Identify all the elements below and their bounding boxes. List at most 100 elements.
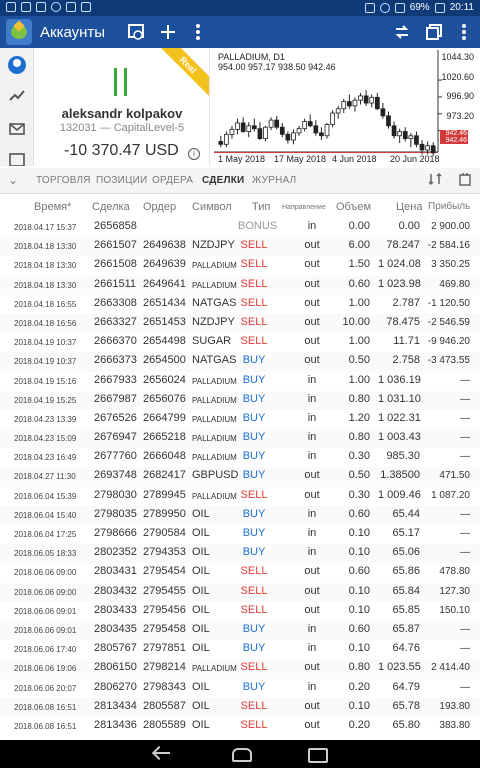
- new-order-icon[interactable]: [126, 22, 146, 42]
- candle-body: [296, 128, 302, 134]
- mail-icon[interactable]: [8, 120, 26, 138]
- table-row[interactable]: 2018.04.19 10:37 2666373 2654500 NATGAS BUY o…: [0, 352, 480, 372]
- info-icon[interactable]: i: [188, 148, 200, 160]
- time-cell: 2018.06.06 20:07: [14, 683, 77, 693]
- table-row[interactable]: 2018.04.19 10:37 2666370 2654498 SUGAR SELL o…: [0, 333, 480, 352]
- more-vertical-icon[interactable]: [454, 22, 474, 42]
- table-row[interactable]: 2018.06.08 16:51 2813436 2805589 OIL SELL out…: [0, 717, 480, 736]
- time-cell: 2018.04.17 15:37: [14, 223, 77, 232]
- time-cell: 2018.04.23 16:49: [14, 453, 77, 463]
- transfer-icon[interactable]: [392, 22, 412, 42]
- table-row[interactable]: 2018.04.18 13:30 2661511 2649641 PALLADIUM S…: [0, 275, 480, 295]
- volume-cell: 1.00: [348, 335, 370, 348]
- time-cell: 2018.06.04 15:40: [14, 510, 77, 520]
- accounts-icon[interactable]: [8, 56, 26, 74]
- table-row[interactable]: 2018.06.06 09:00 2803432 2795455 OIL SELL out…: [0, 582, 480, 602]
- volume-cell: 0.30: [348, 450, 370, 463]
- candle-body: [419, 143, 425, 151]
- table-row[interactable]: 2018.06.06 19:06 2806150 2798214 PALLADIUM S…: [0, 659, 480, 679]
- column-header-type[interactable]: Тип: [252, 201, 270, 213]
- table-row[interactable]: 2018.04.23 15:09 2676947 2665218 PALLADIUM B…: [0, 429, 480, 449]
- account-server: 132031 — CapitalLevel-5: [59, 122, 185, 134]
- report-icon[interactable]: [458, 172, 472, 189]
- table-row[interactable]: 2018.04.19 15:25 2667987 2656076 PALLADIUM B…: [0, 390, 480, 410]
- price-chart[interactable]: PALLADIUM, D1 954.00 957.17 938.50 942.4…: [214, 50, 476, 166]
- table-row[interactable]: 2018.04.18 13:30 2661508 2649639 PALLADIUM S…: [0, 256, 480, 275]
- table-row[interactable]: 2018.04.18 13:30 2661507 2649638 NZDJPY SELL…: [0, 237, 480, 257]
- candle-body: [251, 125, 257, 130]
- add-icon[interactable]: [158, 22, 178, 42]
- candle-body: [369, 96, 375, 104]
- type-cell: BUY: [242, 622, 266, 635]
- column-header-order[interactable]: Ордер: [143, 201, 176, 213]
- column-header-volume[interactable]: Объем: [336, 201, 371, 213]
- table-row[interactable]: 2018.06.06 09:01 2803433 2795456 OIL SELL out…: [0, 602, 480, 621]
- table-row[interactable]: 2018.06.06 09:01 2803435 2795458 OIL BUY in 0.…: [0, 620, 480, 641]
- back-icon[interactable]: [152, 746, 172, 762]
- price-cell: 0.00: [398, 220, 420, 232]
- table-row[interactable]: 2018.04.17 15:37 2656858 BONUS in 0.00 0.00 2 …: [0, 218, 480, 237]
- table-row[interactable]: 2018.06.06 20:07 2806270 2798343 OIL BUY in 0.…: [0, 679, 480, 698]
- chevron-down-icon[interactable]: ⌄: [8, 173, 18, 187]
- tab-deals[interactable]: СДЕЛКИ: [202, 175, 244, 186]
- table-row[interactable]: 2018.04.27 11:30 2693748 2682417 GBPUSD BUY o…: [0, 467, 480, 487]
- symbol-cell: OIL: [192, 699, 210, 712]
- order-cell: 2797851: [143, 642, 186, 655]
- column-header-profit[interactable]: Прибыль: [428, 201, 470, 212]
- table-row[interactable]: 2018.06.08 16:51 2813434 2805587 OIL SELL out…: [0, 697, 480, 717]
- account-card[interactable]: Real aleksandr kolpakov 132031 — Capital…: [34, 48, 210, 166]
- copy-icon[interactable]: [424, 22, 444, 42]
- order-cell: 2794353: [143, 546, 186, 559]
- tab-orders[interactable]: ОРДЕРА: [152, 175, 193, 186]
- table-row[interactable]: 2018.06.05 18:33 2802352 2794353 OIL BUY in 0.…: [0, 544, 480, 564]
- order-cell: 2682417: [143, 469, 186, 482]
- table-row[interactable]: 2018.06.06 17:40 2805767 2797851 OIL BUY in 0.…: [0, 640, 480, 659]
- table-row[interactable]: 2018.06.06 09:00 2803431 2795454 OIL SELL out…: [0, 563, 480, 582]
- tab-positions[interactable]: ПОЗИЦИИ: [96, 175, 147, 186]
- sort-icon[interactable]: [428, 172, 444, 189]
- table-row[interactable]: 2018.06.04 15:40 2798035 2789950 OIL BUY in 0.…: [0, 505, 480, 525]
- more-vertical-icon[interactable]: [188, 22, 208, 42]
- table-row[interactable]: 2018.04.18 16:55 2663308 2651434 NATGAS SELL…: [0, 295, 480, 314]
- table-row[interactable]: 2018.06.04 15:39 2798030 2789945 PALLADIUM S…: [0, 487, 480, 506]
- order-cell: 2795456: [143, 603, 186, 616]
- table-row[interactable]: 2018.06.04 17:25 2798666 2790584 OIL BUY in 0.…: [0, 525, 480, 544]
- column-header-symbol[interactable]: Символ: [192, 201, 232, 213]
- direction-cell: in: [307, 411, 317, 424]
- table-row[interactable]: 2018.04.18 16:56 2663327 2651453 NZDJPY SELL…: [0, 313, 480, 334]
- system-nav-bar: [0, 740, 480, 768]
- trade-chart-icon[interactable]: [8, 86, 26, 104]
- symbol-cell: PALLADIUM: [192, 664, 237, 674]
- column-header-deal[interactable]: Сделка: [92, 201, 130, 213]
- volume-cell: 0.60: [348, 277, 370, 290]
- column-header-price[interactable]: Цена: [396, 201, 422, 213]
- table-row[interactable]: 2018.04.19 15:16 2667933 2656024 PALLADIUM B…: [0, 372, 480, 391]
- tab-trade[interactable]: ТОРГОВЛЯ: [36, 175, 91, 186]
- column-header-time[interactable]: Время*: [34, 201, 71, 213]
- table-row[interactable]: 2018.04.23 16:49 2677760 2666048 PALLADIUM B…: [0, 448, 480, 467]
- time-cell: 2018.06.06 09:01: [14, 606, 77, 616]
- time-cell: 2018.04.23 15:09: [14, 434, 77, 444]
- time-cell: 2018.04.18 13:30: [14, 242, 77, 252]
- recent-apps-icon[interactable]: [306, 746, 328, 763]
- type-cell: SELL: [240, 565, 268, 578]
- price-cell: 11.71: [393, 335, 420, 348]
- profit-cell: 478.80: [439, 566, 470, 578]
- volume-cell: 0.50: [348, 469, 370, 482]
- deal-cell: 2661508: [94, 258, 137, 271]
- deal-cell: 2676526: [94, 411, 137, 424]
- type-cell: BUY: [242, 411, 266, 424]
- price-cell: 1 022.31: [378, 411, 421, 424]
- home-icon[interactable]: [230, 746, 252, 762]
- table-row[interactable]: 2018.04.23 13:39 2676526 2664799 PALLADIUM B…: [0, 410, 480, 429]
- deal-cell: 2798666: [94, 527, 137, 539]
- candle-body: [408, 135, 414, 140]
- deal-cell: 2663308: [94, 296, 137, 309]
- tab-journal[interactable]: ЖУРНАЛ: [252, 175, 296, 186]
- price-cell: 65.17: [392, 527, 420, 539]
- column-header-direction[interactable]: Направление: [282, 204, 326, 211]
- profit-cell: 193.80: [439, 700, 470, 712]
- app-logo-icon[interactable]: [6, 19, 32, 45]
- battery-level: 69%: [409, 2, 430, 13]
- deals-table-body: 2018.04.17 15:37 2656858 BONUS in 0.00 0.00 2 …: [0, 218, 480, 736]
